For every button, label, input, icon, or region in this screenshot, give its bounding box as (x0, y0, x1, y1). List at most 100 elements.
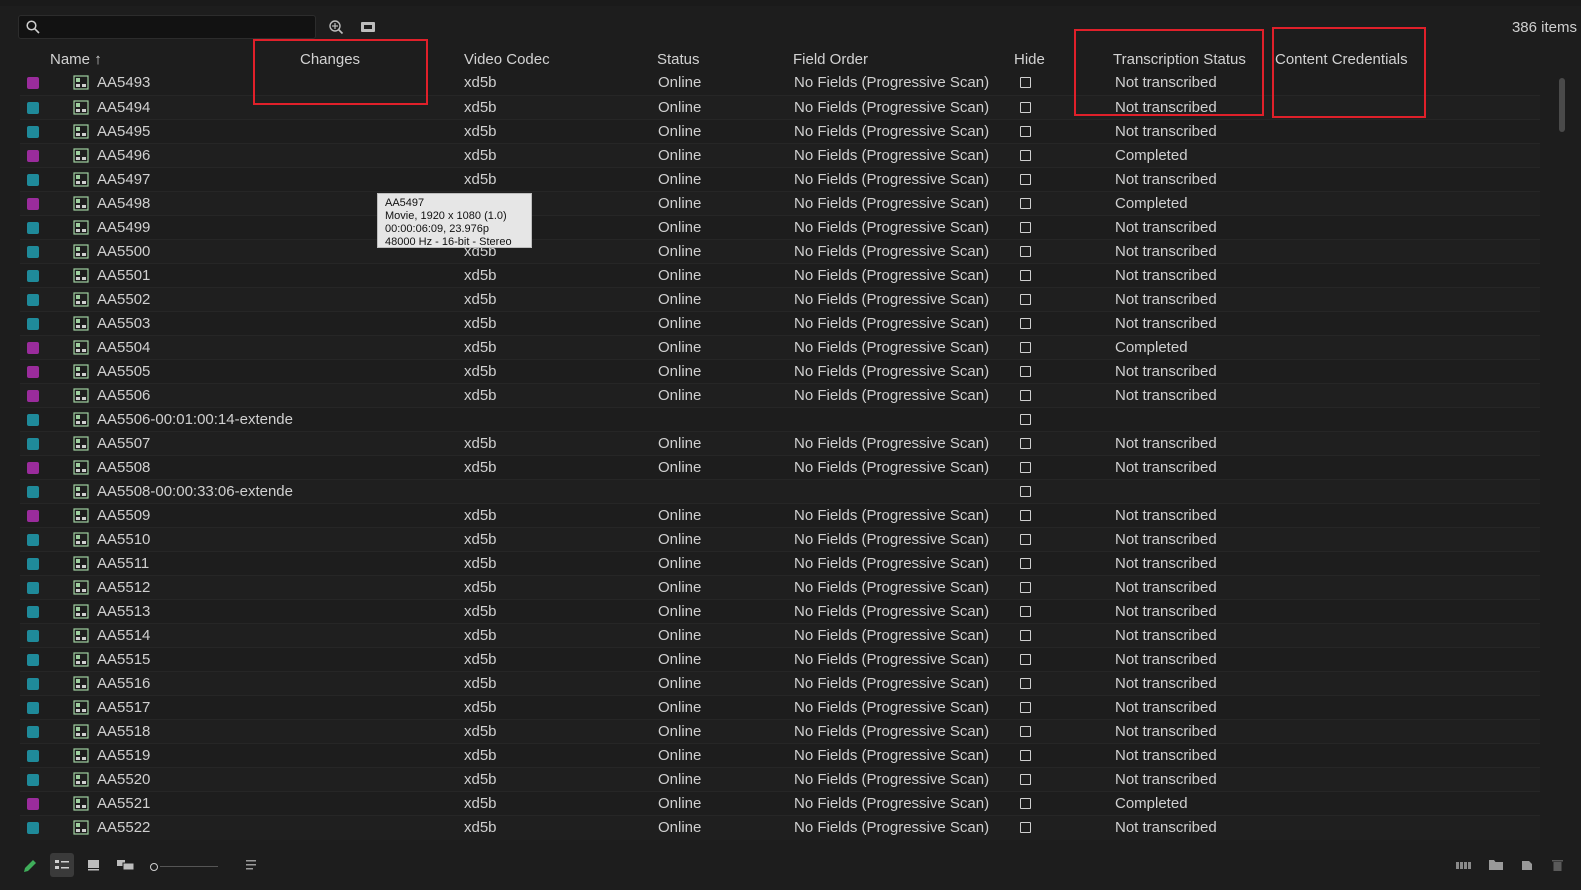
label-color-swatch[interactable] (27, 558, 39, 570)
label-color-swatch[interactable] (27, 366, 39, 378)
table-row[interactable]: AA5498 Online No Fields (Progressive Scan)… (20, 191, 1540, 216)
label-color-swatch[interactable] (27, 822, 39, 834)
scrollbar-thumb[interactable] (1559, 78, 1565, 132)
table-row[interactable]: AA5507 xd5b Online No Fields (Progressive S… (20, 431, 1540, 456)
hide-checkbox[interactable] (1020, 198, 1031, 209)
table-row[interactable]: AA5501 xd5b Online No Fields (Progressive S… (20, 263, 1540, 288)
clip-name[interactable]: AA5503 (97, 315, 150, 332)
hide-checkbox[interactable] (1020, 126, 1031, 137)
hide-checkbox[interactable] (1020, 630, 1031, 641)
table-row[interactable]: AA5522 xd5b Online No Fields (Progressive S… (20, 815, 1540, 840)
clip-name[interactable]: AA5511 (97, 555, 149, 572)
hide-checkbox[interactable] (1020, 366, 1031, 377)
label-color-swatch[interactable] (27, 126, 39, 138)
label-color-swatch[interactable] (27, 318, 39, 330)
clip-name[interactable]: AA5509 (97, 507, 150, 524)
label-color-swatch[interactable] (27, 462, 39, 474)
table-row[interactable]: AA5497 xd5b Online No Fields (Progressive S… (20, 167, 1540, 192)
label-color-swatch[interactable] (27, 534, 39, 546)
label-color-swatch[interactable] (27, 486, 39, 498)
clip-name[interactable]: AA5508 (97, 459, 150, 476)
label-color-swatch[interactable] (27, 102, 39, 114)
hide-checkbox[interactable] (1020, 438, 1031, 449)
table-row[interactable]: AA5510 xd5b Online No Fields (Progressive S… (20, 527, 1540, 552)
hide-checkbox[interactable] (1020, 414, 1031, 425)
hide-checkbox[interactable] (1020, 534, 1031, 545)
label-color-swatch[interactable] (27, 342, 39, 354)
clip-name[interactable]: AA5514 (97, 627, 150, 644)
search-box[interactable] (18, 15, 316, 39)
label-color-swatch[interactable] (27, 606, 39, 618)
hide-checkbox[interactable] (1020, 246, 1031, 257)
hide-checkbox[interactable] (1020, 102, 1031, 113)
freeform-view-icon[interactable] (116, 858, 136, 872)
table-row[interactable]: AA5502 xd5b Online No Fields (Progressive S… (20, 287, 1540, 312)
clip-name[interactable]: AA5517 (97, 699, 150, 716)
label-color-swatch[interactable] (27, 174, 39, 186)
label-color-swatch[interactable] (27, 654, 39, 666)
clip-name[interactable]: AA5507 (97, 435, 150, 452)
table-row[interactable]: AA5518 xd5b Online No Fields (Progressive S… (20, 719, 1540, 744)
label-color-swatch[interactable] (27, 798, 39, 810)
clip-name[interactable]: AA5496 (97, 147, 150, 164)
table-row[interactable]: AA5508 xd5b Online No Fields (Progressive S… (20, 455, 1540, 480)
hide-checkbox[interactable] (1020, 462, 1031, 473)
table-row[interactable]: AA5506-00:01:00:14-extende (20, 407, 1540, 432)
hide-checkbox[interactable] (1020, 390, 1031, 401)
clip-name[interactable]: AA5506 (97, 387, 150, 404)
column-header-video-codec[interactable]: Video Codec (464, 51, 550, 68)
search-input[interactable] (47, 18, 313, 38)
table-row[interactable]: AA5508-00:00:33:06-extende (20, 479, 1540, 504)
label-color-swatch[interactable] (27, 414, 39, 426)
label-color-swatch[interactable] (27, 702, 39, 714)
clip-name[interactable]: AA5522 (97, 819, 150, 836)
label-color-swatch[interactable] (27, 438, 39, 450)
hide-checkbox[interactable] (1020, 774, 1031, 785)
hide-checkbox[interactable] (1020, 318, 1031, 329)
label-color-swatch[interactable] (27, 774, 39, 786)
clip-name[interactable]: AA5506-00:01:00:14-extende (97, 411, 293, 428)
clip-name[interactable]: AA5515 (97, 651, 150, 668)
hide-checkbox[interactable] (1020, 654, 1031, 665)
hide-checkbox[interactable] (1020, 510, 1031, 521)
table-row[interactable]: AA5516 xd5b Online No Fields (Progressive S… (20, 671, 1540, 696)
label-color-swatch[interactable] (27, 510, 39, 522)
writable-pencil-icon[interactable] (22, 858, 38, 874)
clip-name[interactable]: AA5498 (97, 195, 150, 212)
table-row[interactable]: AA5503 xd5b Online No Fields (Progressive S… (20, 311, 1540, 336)
hide-checkbox[interactable] (1020, 606, 1031, 617)
table-row[interactable]: AA5511 xd5b Online No Fields (Progressive S… (20, 551, 1540, 576)
hide-checkbox[interactable] (1020, 750, 1031, 761)
table-row[interactable]: AA5499 Online No Fields (Progressive Scan)… (20, 215, 1540, 240)
table-row[interactable]: AA5520 xd5b Online No Fields (Progressive S… (20, 767, 1540, 792)
hide-checkbox[interactable] (1020, 222, 1031, 233)
hide-checkbox[interactable] (1020, 150, 1031, 161)
table-row[interactable]: AA5505 xd5b Online No Fields (Progressive S… (20, 359, 1540, 384)
hide-checkbox[interactable] (1020, 582, 1031, 593)
column-header-name[interactable]: Name ↑ (50, 51, 102, 68)
clip-name[interactable]: AA5513 (97, 603, 150, 620)
clip-name[interactable]: AA5510 (97, 531, 150, 548)
table-row[interactable]: AA5521 xd5b Online No Fields (Progressive S… (20, 791, 1540, 816)
clip-name[interactable]: AA5521 (97, 795, 150, 812)
icon-view-icon[interactable] (86, 858, 102, 872)
column-header-field-order[interactable]: Field Order (793, 51, 868, 68)
zoom-slider-handle[interactable] (150, 863, 158, 871)
trash-icon[interactable] (1551, 858, 1564, 872)
clip-name[interactable]: AA5504 (97, 339, 150, 356)
clip-name[interactable]: AA5493 (97, 74, 150, 91)
table-row[interactable]: AA5500 xd5b Online No Fields (Progressive S… (20, 239, 1540, 264)
label-color-swatch[interactable] (27, 77, 39, 89)
clip-name[interactable]: AA5505 (97, 363, 150, 380)
new-item-icon[interactable] (1520, 858, 1534, 872)
table-row[interactable]: AA5512 xd5b Online No Fields (Progressive S… (20, 575, 1540, 600)
clip-name[interactable]: AA5500 (97, 243, 150, 260)
label-color-swatch[interactable] (27, 678, 39, 690)
new-bin-icon[interactable] (359, 18, 377, 36)
clip-name[interactable]: AA5494 (97, 99, 150, 116)
automate-to-sequence-icon[interactable] (1455, 859, 1473, 871)
hide-checkbox[interactable] (1020, 174, 1031, 185)
hide-checkbox[interactable] (1020, 798, 1031, 809)
label-color-swatch[interactable] (27, 630, 39, 642)
sort-icons-icon[interactable] (244, 858, 258, 872)
